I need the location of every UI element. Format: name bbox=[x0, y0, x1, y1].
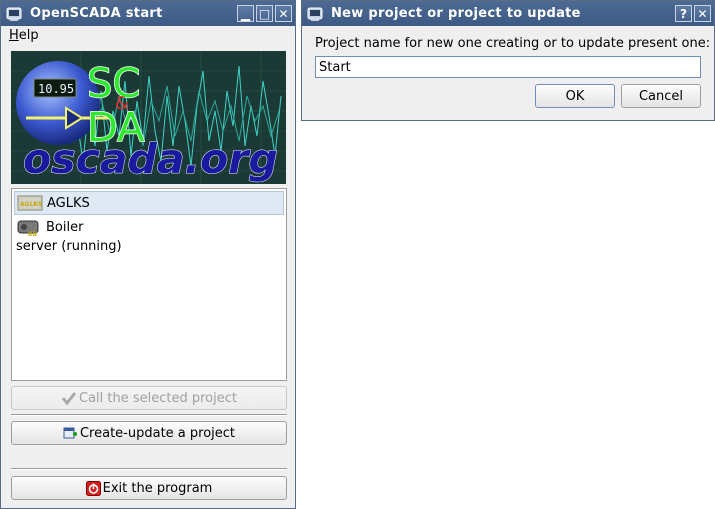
banner-site-text: oscada.org bbox=[23, 135, 278, 183]
ok-button[interactable]: OK bbox=[535, 84, 615, 108]
maximize-button[interactable]: □ bbox=[256, 5, 273, 22]
create-update-project-button[interactable]: Create-update a project bbox=[11, 421, 287, 445]
dialog-titlebar[interactable]: New project or project to update ? ✕ bbox=[302, 1, 714, 26]
context-help-button[interactable]: ? bbox=[675, 5, 692, 22]
boiler-project-icon: KB bbox=[17, 220, 39, 237]
list-item-label: AGLKS bbox=[47, 195, 90, 211]
project-list[interactable]: AGLKS AGLKS KB Boiler server (running) bbox=[11, 188, 287, 381]
list-item-boiler[interactable]: KB Boiler bbox=[14, 215, 284, 239]
minimize-button[interactable]: ▁ bbox=[237, 5, 254, 22]
cancel-button-label: Cancel bbox=[638, 88, 684, 104]
dialog-prompt: Project name for new one creating or to … bbox=[315, 36, 711, 51]
dialog-title: New project or project to update bbox=[331, 6, 581, 21]
aglks-project-icon: AGLKS bbox=[17, 195, 43, 211]
separator bbox=[11, 414, 287, 416]
new-project-dialog: New project or project to update ? ✕ Pro… bbox=[301, 0, 715, 121]
menu-help[interactable]: Help bbox=[3, 28, 45, 43]
dialog-close-button[interactable]: ✕ bbox=[694, 5, 711, 22]
start-window-titlebar[interactable]: OpenSCADA start ▁ □ ✕ bbox=[1, 1, 295, 26]
close-icon: ✕ bbox=[697, 6, 708, 21]
menubar: Help bbox=[3, 26, 293, 44]
openscada-app-icon bbox=[6, 6, 22, 22]
exit-button-label: Exit the program bbox=[102, 480, 213, 496]
project-name-input[interactable] bbox=[315, 56, 701, 78]
create-button-label: Create-update a project bbox=[79, 425, 236, 441]
new-project-icon bbox=[63, 426, 78, 441]
call-button-label: Call the selected project bbox=[79, 390, 237, 406]
close-icon: ✕ bbox=[278, 6, 289, 21]
maximize-icon: □ bbox=[258, 6, 271, 21]
exit-program-button[interactable]: Exit the program bbox=[11, 476, 287, 500]
minimize-icon: ▁ bbox=[240, 6, 251, 21]
banner-sc-text: SC bbox=[87, 61, 140, 107]
cancel-button[interactable]: Cancel bbox=[621, 84, 701, 108]
window-title: OpenSCADA start bbox=[30, 6, 163, 21]
list-item-aglks[interactable]: AGLKS AGLKS bbox=[14, 191, 284, 215]
separator bbox=[11, 468, 287, 470]
close-button[interactable]: ✕ bbox=[275, 5, 292, 22]
svg-text:KB: KB bbox=[28, 231, 38, 237]
checkmark-icon bbox=[61, 391, 77, 405]
ok-button-label: OK bbox=[565, 88, 585, 104]
list-item-label: Boiler bbox=[46, 219, 84, 235]
openscada-banner: 10.95 SC & DA oscada.org bbox=[11, 51, 286, 184]
server-status-text: server (running) bbox=[16, 239, 122, 254]
banner-display-value: 10.95 bbox=[38, 82, 74, 96]
help-icon: ? bbox=[680, 6, 687, 21]
power-icon bbox=[85, 480, 101, 496]
start-window: OpenSCADA start ▁ □ ✕ Help 10.95 SC & DA… bbox=[0, 0, 296, 509]
openscada-app-icon bbox=[307, 6, 323, 22]
call-selected-project-button[interactable]: Call the selected project bbox=[11, 386, 287, 410]
svg-text:AGLKS: AGLKS bbox=[20, 201, 42, 208]
